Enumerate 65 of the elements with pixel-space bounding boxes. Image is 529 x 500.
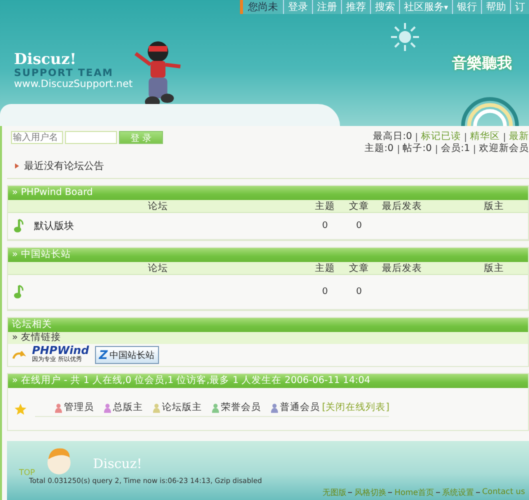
footer-link[interactable]: 风格切换 bbox=[354, 487, 386, 498]
music-note-icon bbox=[14, 283, 24, 301]
curved-arrow-icon bbox=[12, 350, 26, 360]
close-online-list-link[interactable]: [关闭在线列表] bbox=[322, 401, 390, 414]
section-header[interactable]: 论坛相关 bbox=[8, 318, 528, 332]
column-header: 文章 bbox=[348, 200, 370, 213]
username-field[interactable]: 输入用户名 bbox=[11, 131, 63, 144]
group-label: 管理员 bbox=[64, 401, 94, 414]
nav-link[interactable]: 订 bbox=[510, 0, 529, 14]
stats-link[interactable]: 标记已读 bbox=[421, 131, 461, 143]
stats-text: 最高日:0 bbox=[372, 131, 412, 143]
column-header: 论坛 bbox=[147, 262, 169, 275]
arrow-icon bbox=[15, 163, 19, 169]
stats-text: 帖子:0 bbox=[402, 143, 432, 155]
nav-link[interactable]: 推荐 bbox=[340, 0, 370, 14]
stats-text: 会员:1 bbox=[440, 143, 470, 155]
nav-link[interactable]: 帮助 bbox=[481, 0, 510, 14]
footer-link[interactable]: Contact us bbox=[482, 487, 525, 498]
group-label: 荣誉会员 bbox=[221, 401, 261, 414]
top-link[interactable]: TOP bbox=[19, 468, 36, 477]
footer-link[interactable]: Home首页 bbox=[394, 487, 434, 498]
group-label: 论坛版主 bbox=[162, 401, 202, 414]
nav-link[interactable]: 注册 bbox=[312, 0, 341, 14]
forum-link[interactable]: 默认版块 bbox=[34, 219, 74, 233]
post-count: 0 bbox=[355, 221, 363, 231]
chinaz-logo-link[interactable]: Z 中国站长站 bbox=[94, 346, 159, 364]
category-header[interactable]: » PHPwind Board bbox=[8, 186, 528, 200]
music-note-icon bbox=[14, 217, 24, 235]
category-header[interactable]: » 中国站长站 bbox=[8, 248, 528, 262]
stats-text: 欢迎新会员 bbox=[479, 143, 529, 155]
password-field[interactable] bbox=[65, 131, 117, 144]
group-label: 普通会员 bbox=[280, 401, 320, 414]
column-header: 版主 bbox=[483, 200, 505, 213]
stats-link[interactable]: 最新 bbox=[509, 131, 529, 143]
group-label: 总版主 bbox=[113, 401, 143, 414]
stats-link[interactable]: 精华区 bbox=[470, 131, 500, 143]
column-header: 版主 bbox=[483, 262, 505, 275]
nav-link[interactable]: 登录 bbox=[282, 0, 312, 14]
announcement-text: 最近没有论坛公告 bbox=[24, 160, 104, 173]
footer-link[interactable]: 无图版 bbox=[322, 487, 346, 498]
topic-count: 0 bbox=[321, 287, 329, 297]
column-header: 最后发表 bbox=[381, 200, 423, 213]
column-header: 主题 bbox=[314, 262, 336, 275]
links-subheader: » 友情链接 bbox=[8, 332, 528, 344]
star-icon bbox=[14, 402, 27, 416]
login-status-text: 您尚未 bbox=[240, 0, 283, 14]
nav-link[interactable]: 搜索 bbox=[370, 0, 399, 14]
stats-text: 主题:0 bbox=[364, 143, 394, 155]
post-count: 0 bbox=[355, 287, 363, 297]
footer-link[interactable]: 系统设置 bbox=[442, 487, 474, 498]
discuz-logo: Discuz! bbox=[14, 50, 78, 68]
footer-discuz-logo: Discuz! bbox=[93, 457, 142, 472]
topic-count: 0 bbox=[321, 221, 329, 231]
column-header: 主题 bbox=[314, 200, 336, 213]
login-button[interactable]: 登 录 bbox=[119, 131, 163, 144]
support-team-text: SUPPORT TEAM bbox=[14, 68, 114, 79]
site-url: www.DiscuzSupport.net bbox=[14, 79, 133, 90]
online-users-header[interactable]: » 在线用户 - 共 1 人在线,0 位会员,1 位访客,最多 1 人发生在 2006-06-11 14:04 bbox=[8, 374, 528, 388]
sun-icon bbox=[390, 22, 420, 52]
column-header: 论坛 bbox=[147, 200, 169, 213]
column-header: 最后发表 bbox=[381, 262, 423, 275]
nav-menu[interactable]: 社区服务▾ bbox=[398, 0, 452, 14]
music-slogan: 音樂聽我 bbox=[452, 54, 512, 73]
column-header: 文章 bbox=[348, 262, 370, 275]
nav-link[interactable]: 银行 bbox=[452, 0, 481, 14]
